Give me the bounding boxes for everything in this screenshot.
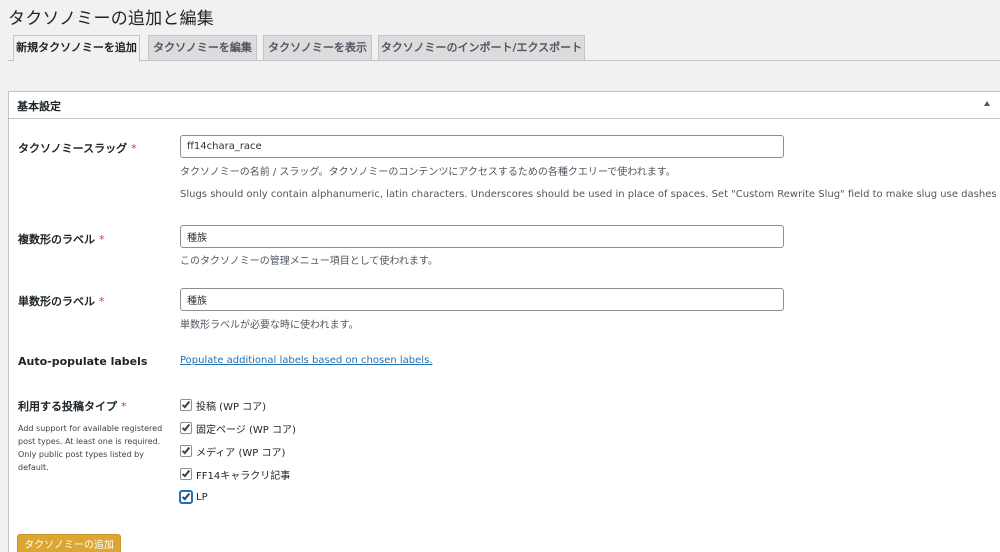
auto-populate-label: Auto-populate labels <box>18 355 148 368</box>
slug-label: タクソノミースラッグ * <box>18 140 137 156</box>
tab-edit[interactable]: タクソノミーを編集 <box>148 35 257 61</box>
ff14-type-option[interactable]: FF14キャラクリ記事 <box>180 467 291 482</box>
checkmark-icon <box>181 445 191 455</box>
slug-note: Slugs should only contain alphanumeric, … <box>180 189 1000 200</box>
tab-view[interactable]: タクソノミーを表示 <box>263 35 372 61</box>
required-marker: * <box>121 400 127 413</box>
checkmark-icon <box>181 422 191 432</box>
page-title: タクソノミーの追加と編集 <box>8 9 214 29</box>
lp-type-checkbox[interactable] <box>180 491 192 503</box>
singular-label-text: 単数形のラベル <box>18 295 95 308</box>
page-type-option-label: 固定ページ (WP コア) <box>196 424 296 436</box>
tab-bar: 新規タクソノミーを追加 タクソノミーを編集 タクソノミーを表示 タクソノミーのイ… <box>8 34 1000 62</box>
basic-settings-panel: 基本設定 タクソノミースラッグ* タクソノミーの名前 / スラッグ。タクソノミー… <box>8 91 1000 552</box>
media-type-checkbox[interactable] <box>180 445 192 457</box>
tab-import-export[interactable]: タクソノミーのインポート/エクスポート <box>378 35 585 61</box>
post-types-label: 利用する投稿タイプ * <box>18 398 127 414</box>
singular-label: 単数形のラベル * <box>18 293 105 309</box>
plural-label: 複数形のラベル * <box>18 231 105 247</box>
required-marker: * <box>131 142 137 155</box>
lp-type-option-label: LP <box>196 491 208 503</box>
singular-description: 単数形ラベルが必要な時に使われます。 <box>180 320 359 331</box>
post-types-label-text: 利用する投稿タイプ <box>18 400 117 413</box>
plural-label-input[interactable] <box>180 225 784 248</box>
post-type-option[interactable]: 投稿 (WP コア) <box>180 398 267 413</box>
page-type-option[interactable]: 固定ページ (WP コア) <box>180 421 296 436</box>
lp-type-option[interactable]: LP <box>180 490 208 504</box>
add-taxonomy-button[interactable]: タクソノミーの追加 <box>17 534 121 552</box>
plural-description: このタクソノミーの管理メニュー項目として使われます。 <box>180 256 438 267</box>
ff14-type-option-label: FF14キャラクリ記事 <box>196 470 291 482</box>
tab-add-new[interactable]: 新規タクソノミーを追加 <box>13 35 140 62</box>
media-type-option[interactable]: メディア (WP コア) <box>180 444 286 459</box>
required-marker: * <box>99 233 105 246</box>
checkmark-icon <box>181 468 191 478</box>
checkmark-icon <box>181 399 191 409</box>
post-type-option-label: 投稿 (WP コア) <box>196 401 267 413</box>
post-types-help: Add support for available registered pos… <box>18 424 163 472</box>
ff14-type-checkbox[interactable] <box>180 468 192 480</box>
post-type-checkbox[interactable] <box>180 399 192 411</box>
slug-description: タクソノミーの名前 / スラッグ。タクソノミーのコンテンツにアクセスするための各… <box>180 167 676 178</box>
checkmark-icon <box>181 491 191 501</box>
panel-title: 基本設定 <box>17 100 61 113</box>
arrow-up-icon[interactable] <box>984 101 990 106</box>
page-type-checkbox[interactable] <box>180 422 192 434</box>
slug-label-text: タクソノミースラッグ <box>18 142 128 155</box>
slug-input[interactable] <box>180 135 784 158</box>
populate-labels-link[interactable]: Populate additional labels based on chos… <box>180 355 432 366</box>
required-marker: * <box>99 295 105 308</box>
singular-label-input[interactable] <box>180 288 784 311</box>
plural-label-text: 複数形のラベル <box>18 233 95 246</box>
panel-header[interactable]: 基本設定 <box>9 92 1000 119</box>
media-type-option-label: メディア (WP コア) <box>196 447 286 459</box>
